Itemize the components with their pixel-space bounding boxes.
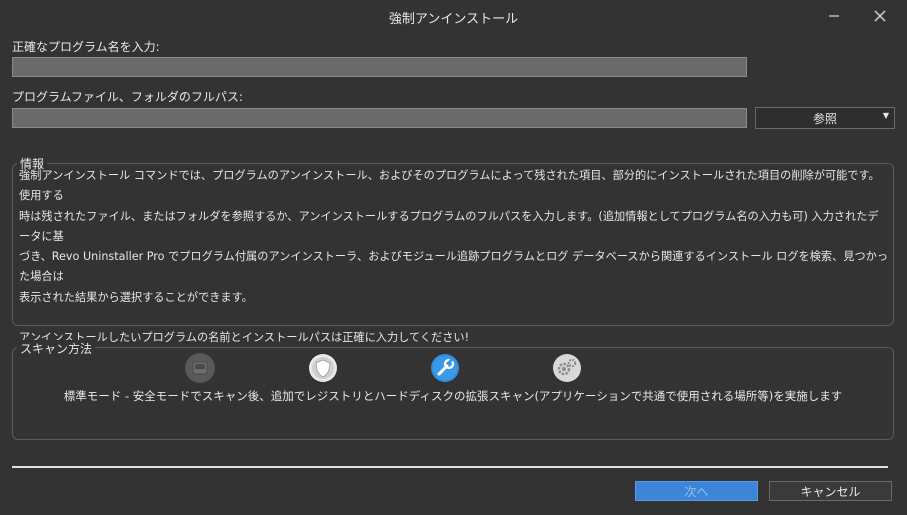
info-line: 時は残されたファイル、またはフォルダを参照するか、アンインストールするプログラム… bbox=[19, 209, 879, 243]
scan-mode-description: 標準モード - 安全モードでスキャン後、追加でレジストリとハードディスクの拡張ス… bbox=[63, 389, 843, 403]
info-text: 強制アンインストール コマンドでは、プログラムのアンインストール、およびそのプロ… bbox=[19, 166, 889, 349]
next-button[interactable]: 次へ bbox=[635, 481, 758, 501]
info-line: づき、Revo Uninstaller Pro でプログラム付属のアンインストー… bbox=[19, 250, 889, 284]
advanced-mode-button[interactable] bbox=[552, 353, 582, 383]
program-path-label: プログラムファイル、フォルダのフルパス: bbox=[12, 90, 243, 104]
moderate-mode-button[interactable] bbox=[430, 353, 460, 383]
program-path-input[interactable] bbox=[13, 109, 746, 127]
advanced-mode-gears-icon bbox=[553, 354, 581, 382]
dropdown-arrow-icon[interactable]: ▼ bbox=[883, 111, 889, 120]
safe-mode-button[interactable] bbox=[308, 353, 338, 383]
program-name-field[interactable] bbox=[12, 57, 747, 77]
info-line bbox=[19, 308, 889, 328]
window-title: 強制アンインストール bbox=[388, 12, 519, 27]
close-icon bbox=[874, 10, 886, 22]
cancel-button[interactable]: キャンセル bbox=[769, 481, 892, 501]
builtin-mode-icon bbox=[186, 354, 214, 382]
safe-mode-shield-icon bbox=[309, 354, 337, 382]
program-name-input[interactable] bbox=[13, 58, 746, 76]
moderate-mode-wrench-icon bbox=[431, 354, 459, 382]
builtin-mode-button[interactable] bbox=[185, 353, 215, 383]
browse-button[interactable]: 参照 ▼ bbox=[755, 107, 895, 129]
info-line: 強制アンインストール コマンドでは、プログラムのアンインストール、およびそのプロ… bbox=[19, 169, 880, 203]
close-button[interactable] bbox=[866, 4, 894, 28]
minimize-icon bbox=[829, 15, 839, 17]
footer-separator bbox=[12, 466, 888, 468]
info-line: アンインストールしたいプログラムの名前とインストールパスは正確に入力してください… bbox=[19, 331, 470, 345]
program-path-field[interactable] bbox=[12, 108, 747, 128]
minimize-button[interactable] bbox=[820, 4, 848, 28]
program-name-label: 正確なプログラム名を入力: bbox=[12, 40, 160, 54]
scan-method-legend: スキャン方法 bbox=[17, 340, 96, 357]
browse-label: 参照 bbox=[812, 111, 837, 126]
info-line: 表示された結果から選択することができます。 bbox=[19, 290, 253, 304]
